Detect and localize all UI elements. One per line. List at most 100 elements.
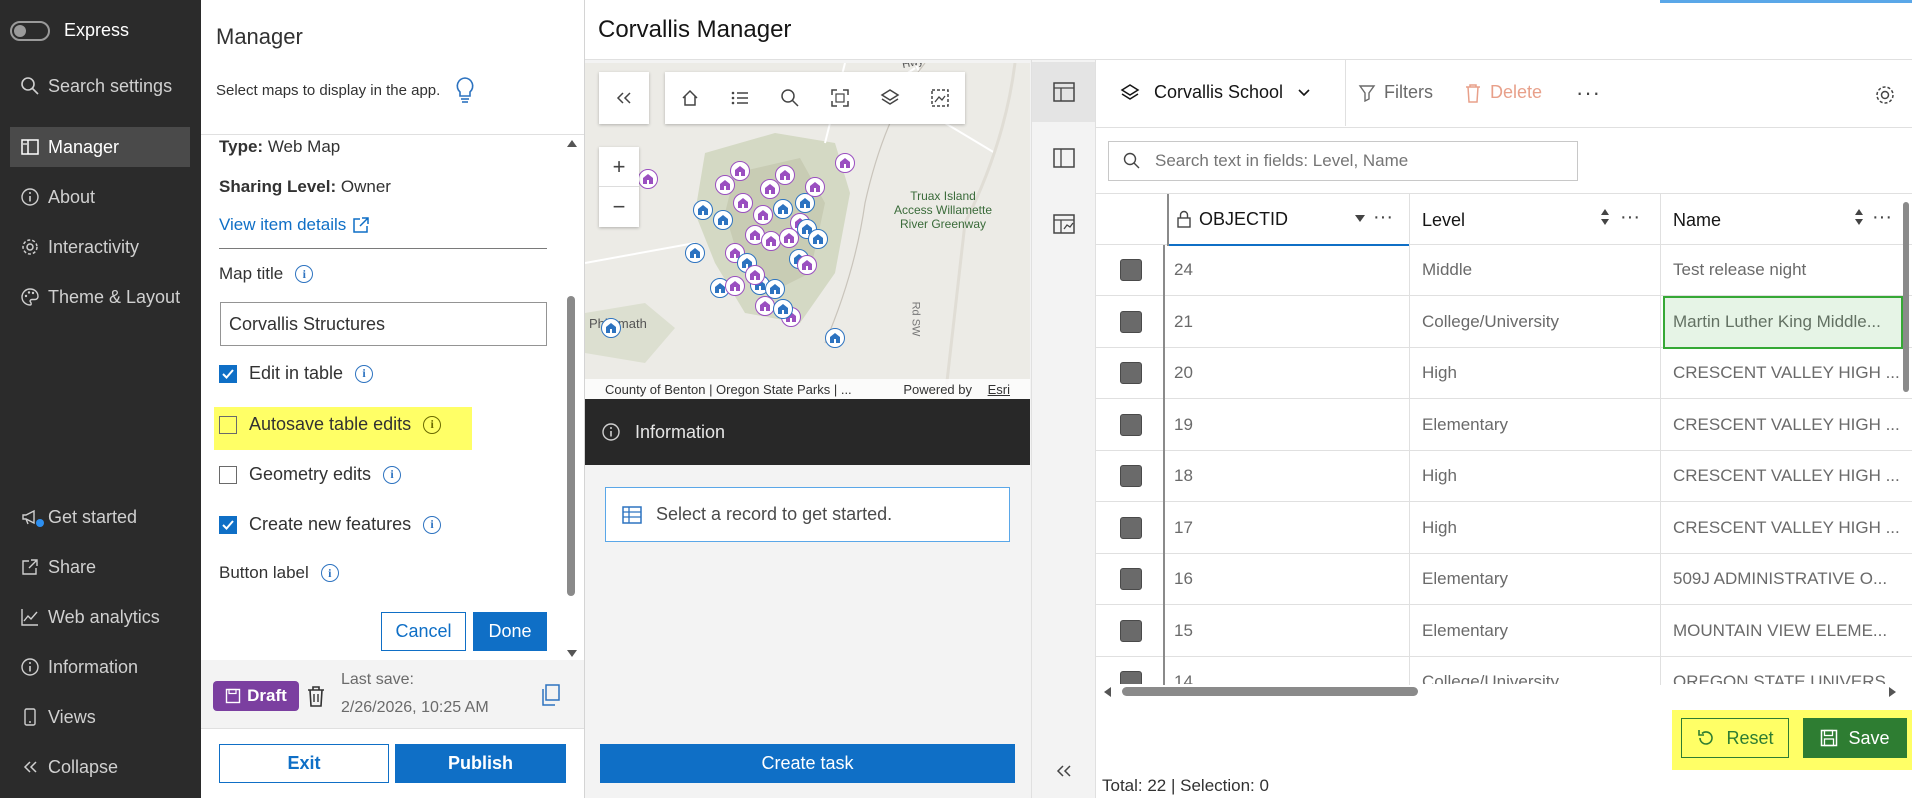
table-row[interactable]: 24 Middle Test release night xyxy=(1096,245,1912,296)
nav-item-about[interactable]: About xyxy=(10,177,190,217)
school-marker-icon[interactable] xyxy=(835,153,855,173)
school-marker-icon[interactable] xyxy=(805,177,825,197)
layer-selector[interactable]: Corvallis School xyxy=(1120,82,1311,103)
school-marker-icon[interactable] xyxy=(725,276,745,296)
express-toggle[interactable]: Express xyxy=(10,20,129,41)
layers-icon[interactable] xyxy=(880,88,900,108)
cell-name[interactable]: CRESCENT VALLEY HIGH ... xyxy=(1673,363,1903,383)
esri-link[interactable]: Esri xyxy=(988,382,1010,397)
info-icon[interactable]: i xyxy=(295,265,314,283)
info-icon[interactable]: i xyxy=(320,564,339,582)
save-button[interactable]: Save xyxy=(1803,718,1907,758)
sort-icon[interactable] xyxy=(1854,208,1864,226)
school-marker-icon[interactable] xyxy=(745,265,765,285)
nav-item-manager[interactable]: Manager xyxy=(10,127,190,167)
row-select-checkbox[interactable] xyxy=(1120,671,1142,684)
cell-objectid[interactable]: 17 xyxy=(1174,518,1193,538)
school-marker-icon[interactable] xyxy=(808,229,828,249)
row-select-checkbox[interactable] xyxy=(1120,413,1142,436)
cell-objectid[interactable]: 15 xyxy=(1174,621,1193,641)
edit-in-table-checkbox[interactable] xyxy=(219,364,237,383)
view-item-details-link[interactable]: View item details xyxy=(219,215,370,235)
cancel-button[interactable]: Cancel xyxy=(381,612,466,651)
nav-item-share[interactable]: Share xyxy=(10,547,190,587)
toggle-switch[interactable] xyxy=(10,20,50,41)
nav-item-web-analytics[interactable]: Web analytics xyxy=(10,597,190,637)
autosave-checkbox[interactable] xyxy=(219,415,237,434)
cell-level[interactable]: College/University xyxy=(1422,312,1559,332)
column-menu-icon[interactable]: ··· xyxy=(1620,206,1640,229)
map-view-button[interactable] xyxy=(1032,194,1095,254)
table-hscrollbar[interactable] xyxy=(1100,684,1900,700)
school-marker-icon[interactable] xyxy=(779,228,799,248)
cell-name[interactable]: 509J ADMINISTRATIVE O... xyxy=(1673,569,1903,589)
column-level[interactable]: Level xyxy=(1422,210,1465,231)
column-menu-icon[interactable]: ··· xyxy=(1373,206,1393,229)
school-marker-icon[interactable] xyxy=(825,328,845,348)
column-menu-icon[interactable]: ··· xyxy=(1872,206,1892,229)
create-task-button[interactable]: Create task xyxy=(600,744,1015,783)
row-select-checkbox[interactable] xyxy=(1120,619,1142,642)
cell-name[interactable]: CRESCENT VALLEY HIGH ... xyxy=(1673,518,1903,538)
cell-level[interactable]: Elementary xyxy=(1422,415,1508,435)
geometry-edits-checkbox[interactable] xyxy=(219,465,237,484)
copy-icon[interactable] xyxy=(541,684,561,706)
cell-objectid[interactable]: 14 xyxy=(1174,672,1193,684)
nav-item-information[interactable]: Information xyxy=(10,647,190,687)
sort-down-icon[interactable] xyxy=(1355,215,1365,223)
school-marker-icon[interactable] xyxy=(773,299,793,319)
basemap-gallery-icon[interactable] xyxy=(930,88,950,108)
zoom-out-button[interactable]: − xyxy=(599,187,639,227)
row-select-checkbox[interactable] xyxy=(1120,465,1142,487)
cell-name[interactable]: Test release night xyxy=(1673,260,1903,280)
school-marker-icon[interactable] xyxy=(797,255,817,275)
collapse-map-tools-button[interactable] xyxy=(599,72,649,124)
cell-objectid[interactable]: 19 xyxy=(1174,415,1193,435)
collapse-panel-button[interactable] xyxy=(1032,746,1095,796)
map-view[interactable]: Hwy Truax Island Access Willamette River… xyxy=(585,63,1030,399)
panel-scrollbar[interactable] xyxy=(565,140,577,660)
table-view-button[interactable] xyxy=(1032,62,1095,122)
row-select-checkbox[interactable] xyxy=(1120,362,1142,384)
create-features-checkbox[interactable] xyxy=(219,515,237,534)
table-row[interactable]: 16 Elementary 509J ADMINISTRATIVE O... xyxy=(1096,554,1912,605)
row-select-checkbox[interactable] xyxy=(1120,310,1142,333)
info-icon[interactable]: i xyxy=(423,515,442,534)
table-row[interactable]: 19 Elementary CRESCENT VALLEY HIGH ... xyxy=(1096,400,1912,451)
search-icon[interactable] xyxy=(780,88,800,108)
cell-name[interactable]: MOUNTAIN VIEW ELEME... xyxy=(1673,621,1903,641)
reset-button[interactable]: Reset xyxy=(1681,718,1789,758)
info-icon[interactable]: i xyxy=(355,364,374,383)
school-marker-icon[interactable] xyxy=(715,175,735,195)
table-row[interactable]: 20 High CRESCENT VALLEY HIGH ... xyxy=(1096,348,1912,399)
home-icon[interactable] xyxy=(680,88,700,108)
school-marker-icon[interactable] xyxy=(761,231,781,251)
cell-name[interactable]: CRESCENT VALLEY HIGH ... xyxy=(1673,415,1903,435)
table-search[interactable] xyxy=(1108,141,1578,181)
lightbulb-icon[interactable] xyxy=(454,76,476,106)
school-marker-icon[interactable] xyxy=(760,179,780,199)
cell-objectid[interactable]: 16 xyxy=(1174,569,1193,589)
row-select-checkbox[interactable] xyxy=(1120,516,1142,539)
nav-item-theme-layout[interactable]: Theme & Layout xyxy=(10,277,190,317)
column-name[interactable]: Name xyxy=(1673,210,1721,231)
trash-icon[interactable] xyxy=(305,684,327,708)
cell-level[interactable]: High xyxy=(1422,363,1457,383)
nav-item-views[interactable]: Views xyxy=(10,697,190,737)
cell-level[interactable]: Middle xyxy=(1422,260,1472,280)
sidebar-view-button[interactable] xyxy=(1032,128,1095,188)
school-marker-icon[interactable] xyxy=(638,169,658,189)
school-marker-icon[interactable] xyxy=(693,200,713,220)
cell-level[interactable]: College/University xyxy=(1422,672,1559,684)
cell-level[interactable]: Elementary xyxy=(1422,621,1508,641)
done-button[interactable]: Done xyxy=(473,612,547,651)
school-marker-icon[interactable] xyxy=(733,193,753,213)
search-settings[interactable]: Search settings xyxy=(10,66,190,106)
delete-button[interactable]: Delete xyxy=(1464,82,1542,103)
more-options-icon[interactable]: ··· xyxy=(1576,80,1601,106)
table-search-input[interactable] xyxy=(1155,151,1555,171)
cell-name[interactable]: CRESCENT VALLEY HIGH ... xyxy=(1673,466,1903,486)
info-icon[interactable]: i xyxy=(383,465,402,484)
zoom-in-button[interactable]: + xyxy=(599,147,639,187)
row-select-checkbox[interactable] xyxy=(1120,568,1142,590)
